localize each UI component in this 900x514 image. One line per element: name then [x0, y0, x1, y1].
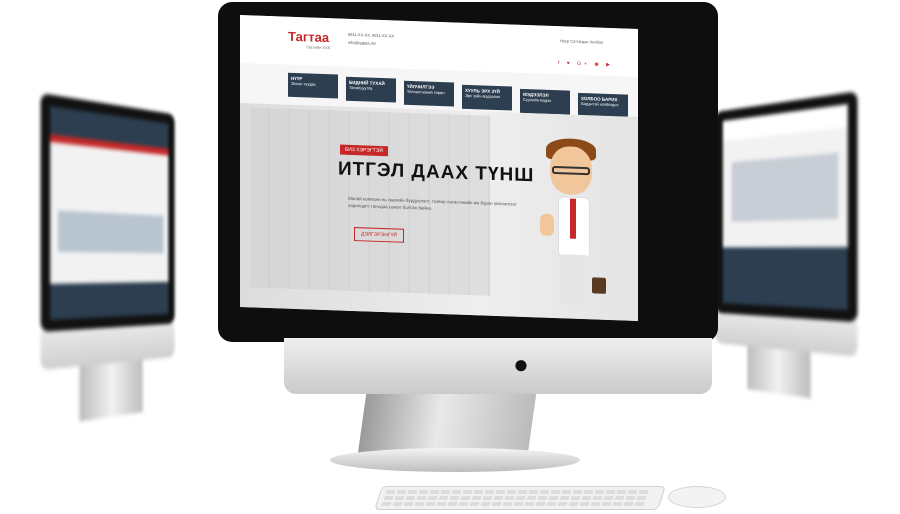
magic-mouse — [668, 486, 726, 508]
monitor-stand-foot — [330, 448, 580, 472]
email-line: info@tagtaa.mn — [348, 39, 377, 46]
nav-item-law[interactable]: ХУУЛЬ ЭРХ ЗҮЙ Эрх зүйн мэдээлэл — [462, 84, 512, 111]
contact-info: 9911-XX-XX, 8811-XX-XX info@tagtaa.mn — [348, 31, 394, 49]
hero-cta-button[interactable]: ДЭЛГЭРЭНГҮЙ — [354, 227, 405, 243]
thumbs-up-icon — [540, 213, 554, 237]
main-monitor-screen: Тагтаа Гаалийн ХХК 9911-XX-XX, 8811-XX-X… — [240, 15, 638, 321]
cartoon-man-legs — [560, 254, 586, 306]
cartoon-man-tie — [570, 198, 576, 239]
briefcase-icon — [592, 277, 606, 294]
nav-item-sub: Үйлчилгээний төрөл — [407, 88, 445, 96]
left-background-monitor — [0, 85, 181, 445]
monitor-stand-neck — [357, 394, 537, 454]
nav-item-news[interactable]: МЭДЭЭЛЭЛ Сүүлийн мэдээ — [520, 88, 570, 115]
hero-badge: БИЗ ХЭРЭГТЭЙ — [340, 144, 388, 157]
nav-item-sub: Эрх зүйн мэдээлэл — [465, 92, 501, 100]
nav-item-sub: Бидэнтэй холбогдох — [581, 100, 619, 108]
site-logo-subtitle: Гаалийн ХХК — [306, 44, 331, 51]
keyboard-keys — [375, 487, 664, 509]
main-monitor-chin — [284, 338, 712, 394]
nav-item-home[interactable]: НҮҮР Эхлэл хуудас — [288, 72, 338, 99]
nav-item-services[interactable]: ҮЙЛЧИЛГЭЭ Үйлчилгээний төрөл — [404, 80, 454, 107]
cartoon-man-glasses — [552, 165, 590, 176]
right-background-monitor — [715, 85, 900, 415]
nav-item-about[interactable]: БИДНИЙ ТУХАЙ Танилцуулга — [346, 76, 396, 103]
nav-item-sub: Танилцуулга — [349, 84, 373, 91]
site-logo[interactable]: Тагтаа — [288, 29, 329, 45]
keyboard — [374, 486, 666, 510]
nav-item-sub: Эхлэл хуудас — [291, 80, 317, 87]
nav-item-sub: Сүүлийн мэдээ — [523, 96, 552, 103]
apple-logo-icon: ● — [513, 349, 529, 379]
